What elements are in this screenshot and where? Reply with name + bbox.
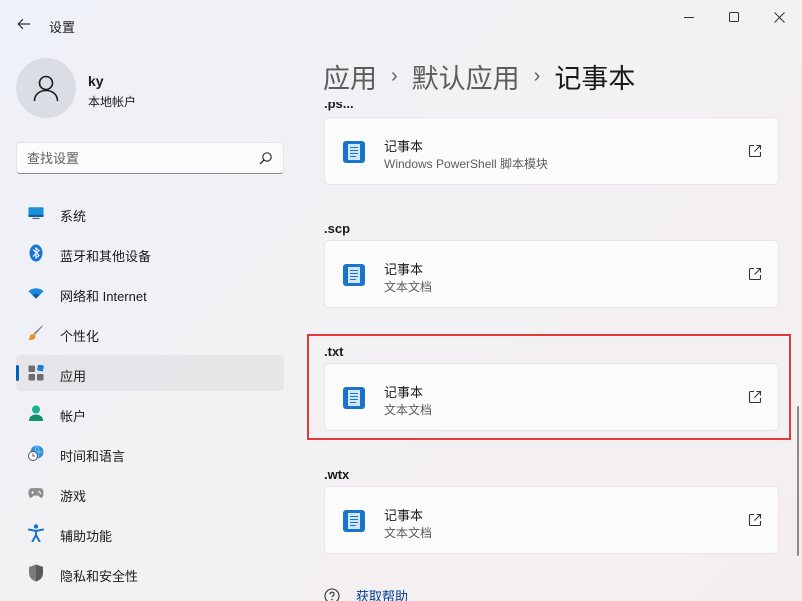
- association-card-txt[interactable]: 记事本 文本文档: [324, 363, 779, 431]
- sidebar-item-label: 游戏: [60, 489, 87, 504]
- open-external-icon[interactable]: [748, 390, 762, 404]
- sidebar-item-label: 网络和 Internet: [60, 289, 147, 304]
- user-profile[interactable]: ky 本地帐户: [16, 58, 286, 122]
- sidebar-item-personalization[interactable]: 个性化: [16, 315, 284, 351]
- breadcrumb: 应用 › 默认应用 › 记事本: [323, 56, 635, 96]
- open-external-icon[interactable]: [748, 144, 762, 158]
- back-button[interactable]: [10, 10, 38, 38]
- maximize-icon: [729, 12, 739, 22]
- file-extension-label: .txt: [324, 344, 344, 359]
- wifi-icon: [28, 285, 44, 301]
- title-bar: 设置: [0, 0, 802, 48]
- get-help-link[interactable]: 获取帮助: [324, 586, 408, 601]
- close-button[interactable]: [756, 4, 802, 30]
- sidebar-item-time-language[interactable]: 时间和语言: [16, 435, 284, 471]
- open-external-icon[interactable]: [748, 267, 762, 281]
- gamepad-icon: [28, 485, 44, 501]
- bluetooth-icon: [28, 244, 44, 262]
- sidebar-item-label: 辅助功能: [60, 529, 113, 544]
- notepad-icon: [343, 141, 365, 163]
- app-title: 设置: [49, 20, 76, 35]
- association-card-psm[interactable]: 记事本 Windows PowerShell 脚本模块: [324, 117, 779, 185]
- brush-icon: [28, 325, 44, 341]
- person-avatar-icon: [33, 75, 59, 102]
- help-icon: [324, 587, 340, 601]
- minimize-icon: [684, 17, 694, 18]
- file-type-description: 文本文档: [384, 526, 433, 540]
- maximize-button[interactable]: [711, 4, 757, 30]
- sidebar-item-system[interactable]: 系统: [16, 195, 284, 231]
- account-type: 本地帐户: [88, 95, 137, 109]
- sidebar-item-bluetooth[interactable]: 蓝牙和其他设备: [16, 235, 284, 271]
- shield-icon: [28, 564, 44, 582]
- file-association-list: .ps... 记事本 Windows PowerShell 脚本模块 .scp …: [300, 102, 802, 601]
- sidebar-item-label: 帐户: [60, 409, 87, 424]
- user-name: ky: [88, 73, 104, 89]
- sidebar-item-label: 隐私和安全性: [60, 569, 139, 584]
- sidebar-item-accounts[interactable]: 帐户: [16, 395, 284, 431]
- sidebar-item-gaming[interactable]: 游戏: [16, 475, 284, 511]
- file-extension-label: .scp: [324, 221, 351, 236]
- sidebar-item-label: 应用: [60, 369, 87, 384]
- app-name: 记事本: [384, 508, 424, 523]
- file-extension-label: .wtx: [324, 467, 350, 482]
- sidebar-item-label: 个性化: [60, 329, 100, 344]
- open-external-icon[interactable]: [748, 513, 762, 527]
- get-help-label: 获取帮助: [356, 589, 409, 601]
- breadcrumb-default-apps[interactable]: 默认应用: [412, 57, 520, 96]
- app-name: 记事本: [384, 262, 424, 277]
- notepad-icon: [343, 264, 365, 286]
- file-type-description: 文本文档: [384, 403, 433, 417]
- notepad-icon: [343, 510, 365, 532]
- app-name: 记事本: [384, 139, 424, 154]
- breadcrumb-separator: ›: [533, 64, 541, 87]
- accessibility-icon: [28, 524, 44, 542]
- globe-clock-icon: [28, 445, 44, 461]
- notepad-icon: [343, 387, 365, 409]
- search-input[interactable]: [17, 143, 247, 173]
- sidebar-item-label: 时间和语言: [60, 449, 126, 464]
- app-name: 记事本: [384, 385, 424, 400]
- search-icon[interactable]: [259, 151, 273, 165]
- sidebar-item-accessibility[interactable]: 辅助功能: [16, 515, 284, 551]
- person-icon: [28, 405, 44, 421]
- avatar: [16, 58, 76, 118]
- minimize-button[interactable]: [666, 4, 712, 30]
- sidebar-nav: 系统 蓝牙和其他设备 网络和 Internet 个性化 应用 帐户 时间和语言 …: [16, 195, 284, 595]
- sidebar-item-network[interactable]: 网络和 Internet: [16, 275, 284, 311]
- association-card-wtx[interactable]: 记事本 文本文档: [324, 486, 779, 554]
- monitor-icon: [28, 205, 44, 221]
- file-type-description: 文本文档: [384, 280, 433, 294]
- sidebar-item-apps[interactable]: 应用: [16, 355, 284, 391]
- breadcrumb-apps[interactable]: 应用: [323, 57, 377, 96]
- apps-icon: [28, 365, 44, 381]
- search-box[interactable]: [16, 142, 284, 174]
- association-card-scp[interactable]: 记事本 文本文档: [324, 240, 779, 308]
- file-type-description: Windows PowerShell 脚本模块: [384, 157, 549, 171]
- sidebar-item-label: 蓝牙和其他设备: [60, 249, 152, 264]
- sidebar-item-label: 系统: [60, 209, 87, 224]
- file-extension-label: .ps...: [324, 102, 354, 111]
- close-icon: [773, 11, 785, 23]
- breadcrumb-separator: ›: [391, 64, 398, 87]
- page-title: 记事本: [554, 63, 636, 94]
- sidebar-item-privacy-security[interactable]: 隐私和安全性: [16, 555, 284, 591]
- back-arrow-icon: [17, 18, 30, 30]
- scrollbar-thumb[interactable]: [797, 406, 799, 556]
